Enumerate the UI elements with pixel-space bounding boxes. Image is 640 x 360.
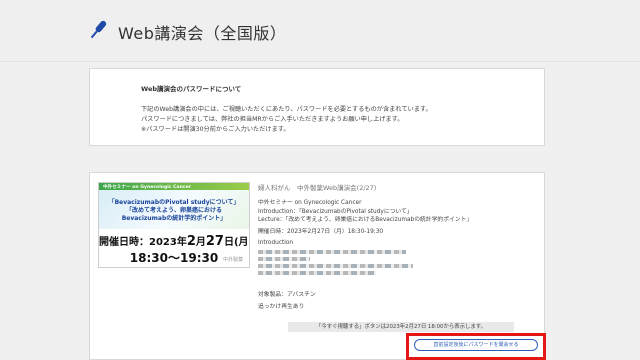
- event-card: 中外セミナー on Gynecologic Cancer 「Bevacizuma…: [89, 172, 545, 360]
- blurred-text: [258, 249, 406, 254]
- password-notice-box: Web講演会のパスワードについて 下記のWeb講演会の中には、ご視聴いただくにあ…: [89, 68, 545, 146]
- banner-title-3: Bevacizumabの統計学的ポイント」: [121, 215, 227, 222]
- banner-date-day: 27: [205, 234, 224, 249]
- blurred-text: [258, 263, 413, 268]
- event-product: 対象製品：アバスチン: [258, 291, 316, 298]
- banner-date-prefix: 開催日時：2023年: [99, 237, 187, 248]
- event-lecture: Lecture：「改めて考えよう、卵巣癌におけるBevacizumabの統計学的…: [258, 217, 473, 224]
- notice-heading: Web講演会のパスワードについて: [141, 85, 242, 93]
- banner-date-suffix: 日(月): [223, 237, 249, 248]
- notice-line: 下記のWeb講演会の中には、ご視聴いただくにあたり、パスワードを必要とするものが…: [141, 106, 432, 113]
- event-replay: 追っかけ再生あり: [258, 303, 305, 310]
- intro-label: Introduction: [258, 240, 294, 247]
- banner-logo: 中外製薬: [222, 257, 243, 263]
- event-title: 中外セミナー on Gynecologic Cancer: [258, 200, 362, 206]
- event-info: 婦人科がん 中外製薬Web講演会(2/27) 中外セミナー on Gynecol…: [258, 182, 538, 311]
- event-intro: Introduction：「BevacizumabのPivotal studyに…: [258, 208, 413, 215]
- watch-now-notice: 「今すぐ視聴する」ボタンは2023年2月27日 18:00から表示します。: [288, 322, 514, 332]
- blurred-text: [258, 256, 310, 261]
- highlight-box: [406, 333, 546, 360]
- event-datetime: 開催日時：2023年2月27日（月）18:30-19:30: [258, 228, 384, 235]
- banner-date-month: 2: [186, 234, 196, 249]
- notice-line: パスワードにつきましては、弊社の担当MRからご入手いただきますようお願い申し上げ…: [141, 116, 404, 123]
- page-title: Web講演会（全国版）: [118, 24, 287, 43]
- banner-date: 開催日時：2023年2月27日(月): [99, 233, 249, 249]
- blurred-text: [258, 270, 376, 275]
- microphone-icon: [90, 20, 107, 39]
- page-header: Web講演会（全国版）: [0, 0, 640, 62]
- banner-seminar-label: 中外セミナー on Gynecologic Cancer: [103, 185, 191, 190]
- banner-date-mid: 月: [195, 237, 206, 248]
- event-category: 婦人科がん 中外製薬Web講演会(2/27): [258, 184, 377, 192]
- notice-line: ※パスワードは開演30分前からご入力いただけます。: [141, 126, 290, 133]
- event-banner-image[interactable]: 中外セミナー on Gynecologic Cancer 「Bevacizuma…: [98, 182, 250, 268]
